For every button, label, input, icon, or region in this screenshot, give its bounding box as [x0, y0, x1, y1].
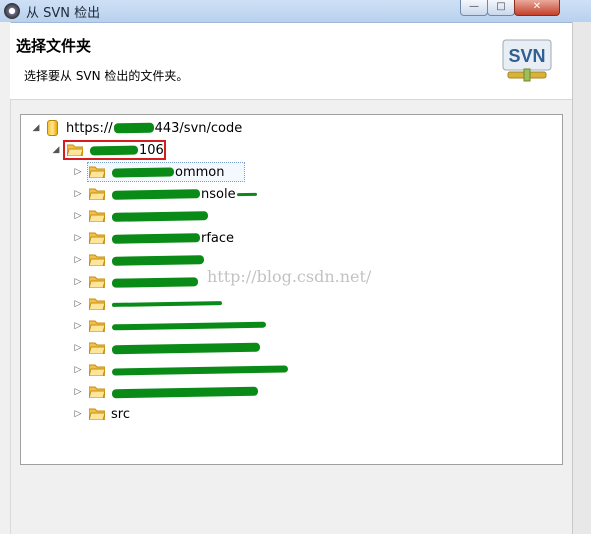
tree-folder-selected[interactable]: ◢ 106	[51, 140, 164, 160]
expand-arrow-icon[interactable]: ▷	[73, 255, 83, 265]
right-panel-edge	[572, 22, 591, 534]
open-folder-icon	[66, 144, 84, 157]
expand-arrow-icon[interactable]: ▷	[73, 343, 83, 353]
redacted-mark	[113, 122, 154, 134]
folder-icon	[88, 188, 106, 201]
redacted-mark	[111, 364, 289, 376]
redacted-mark	[111, 210, 209, 222]
expand-arrow-icon[interactable]: ▷	[73, 277, 83, 287]
tree-item[interactable]: ▷	[73, 316, 267, 336]
repository-url-suffix: 443/svn/code	[154, 120, 243, 136]
folder-icon	[88, 166, 106, 179]
folder-icon	[88, 298, 106, 311]
minimize-button[interactable]: —	[460, 0, 488, 16]
tree-item[interactable]: ▷	[73, 294, 223, 314]
repository-icon	[47, 120, 58, 136]
folder-icon	[88, 232, 106, 245]
tree-item[interactable]: ▷	[73, 382, 259, 402]
redacted-mark	[111, 188, 201, 200]
window-title: 从 SVN 检出	[26, 6, 101, 21]
folder-label: 106	[139, 142, 164, 158]
title-bar: 从 SVN 检出 — □ ✕	[0, 0, 591, 23]
svn-logo-icon: SVN	[502, 39, 552, 82]
expand-arrow-icon[interactable]: ▷	[73, 409, 83, 419]
redacted-mark	[111, 301, 223, 307]
page-description: 选择要从 SVN 检出的文件夹。	[24, 69, 189, 83]
tree-item-label: src	[111, 406, 130, 422]
tree-item[interactable]: ▷ nsole	[73, 184, 258, 204]
expand-arrow-icon[interactable]: ▷	[73, 365, 83, 375]
expand-arrow-icon[interactable]: ▷	[73, 167, 83, 177]
tree-item[interactable]: ▷	[73, 360, 289, 380]
wizard-header: 选择文件夹 选择要从 SVN 检出的文件夹。 SVN	[10, 23, 572, 100]
tree-item[interactable]: ▷	[73, 206, 209, 226]
expand-arrow-icon[interactable]: ▷	[73, 189, 83, 199]
tree-item[interactable]: ▷ ommon	[73, 162, 225, 182]
expand-arrow-icon[interactable]: ▷	[73, 211, 83, 221]
collapse-arrow-icon[interactable]: ◢	[51, 145, 61, 155]
redacted-mark	[111, 166, 175, 178]
folder-icon	[88, 276, 106, 289]
folder-icon	[88, 342, 106, 355]
tree-item-label: rface	[201, 230, 235, 246]
svn-logo-text: SVN	[508, 46, 545, 66]
folder-icon	[88, 320, 106, 333]
expand-arrow-icon[interactable]: ▷	[73, 321, 83, 331]
tree-item[interactable]: ▷	[73, 338, 261, 358]
maximize-button[interactable]: □	[487, 0, 515, 16]
redacted-mark	[111, 342, 261, 354]
redacted-mark	[111, 321, 267, 331]
folder-tree[interactable]: ◢ https:// 443/svn/code ◢ 106 ▷ ommon ▷ …	[20, 114, 563, 465]
redacted-mark	[111, 276, 199, 288]
watermark: http://blog.csdn.net/	[207, 267, 372, 286]
folder-icon	[88, 386, 106, 399]
folder-icon	[88, 364, 106, 377]
folder-icon	[88, 254, 106, 267]
tree-item[interactable]: ▷	[73, 250, 205, 270]
tree-item-label: ommon	[175, 164, 225, 180]
tree-item-src[interactable]: ▷ src	[73, 404, 130, 424]
eclipse-app-icon	[4, 3, 20, 19]
tree-item[interactable]: ▷	[73, 272, 199, 292]
close-button[interactable]: ✕	[514, 0, 560, 16]
expand-arrow-icon[interactable]: ▷	[73, 233, 83, 243]
redacted-mark	[111, 232, 201, 244]
redacted-mark	[111, 386, 259, 398]
tree-item-label: nsole	[201, 186, 236, 202]
expand-arrow-icon[interactable]: ▷	[73, 387, 83, 397]
redacted-mark	[111, 254, 205, 266]
page-title: 选择文件夹	[16, 37, 92, 55]
folder-icon	[88, 408, 106, 421]
folder-icon	[88, 210, 106, 223]
tree-root-row[interactable]: ◢ https:// 443/svn/code	[31, 118, 242, 138]
collapse-arrow-icon[interactable]: ◢	[31, 123, 41, 133]
tree-item[interactable]: ▷ rface	[73, 228, 235, 248]
redacted-mark	[89, 145, 139, 155]
repository-url-prefix: https://	[66, 120, 113, 136]
redacted-mark	[236, 192, 257, 196]
expand-arrow-icon[interactable]: ▷	[73, 299, 83, 309]
